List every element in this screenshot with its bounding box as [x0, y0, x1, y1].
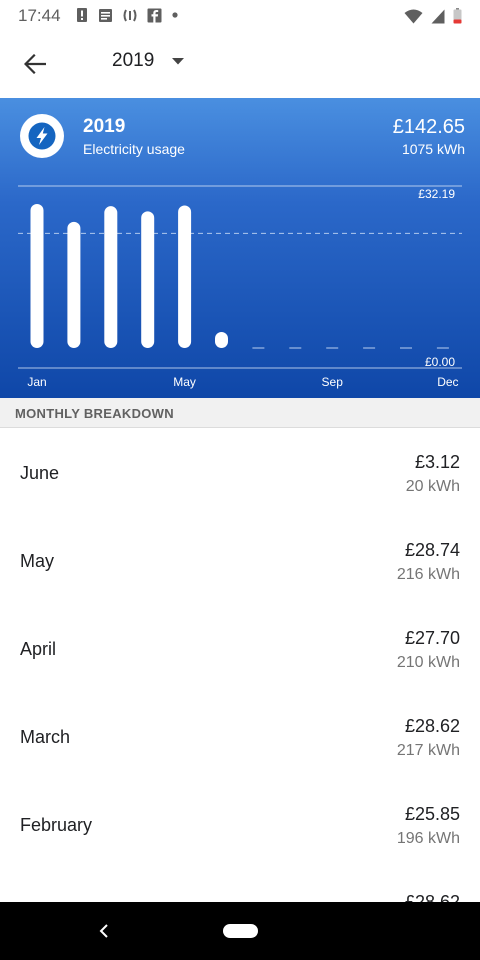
chart-tick-jan: Jan — [27, 375, 46, 389]
list-item-june[interactable]: June £3.12 20 kWh — [0, 429, 480, 517]
lightning-bolt-icon — [20, 114, 64, 158]
month-name: June — [20, 463, 60, 483]
chart-x-ticks: Jan May Sep Dec — [27, 375, 458, 389]
app-bar: 2019 — [0, 32, 480, 98]
month-kwh: 216 kWh — [396, 566, 460, 583]
chart-ymax-label: £32.19 — [418, 187, 455, 201]
usage-chart[interactable]: £32.19 £0.00 Jan May Sep Dec — [0, 180, 480, 398]
month-name: May — [20, 551, 55, 571]
facebook-icon — [147, 8, 162, 23]
nav-home-button[interactable] — [223, 924, 258, 938]
month-kwh: 20 kWh — [405, 478, 460, 495]
back-button[interactable] — [18, 47, 52, 81]
month-cost: £28.74 — [404, 540, 460, 560]
chart-ymin-label: £0.00 — [425, 355, 455, 369]
summary-title: 2019 — [83, 116, 126, 137]
month-kwh: 196 kWh — [396, 830, 460, 847]
month-cost: £25.85 — [404, 804, 460, 824]
month-cost: £28.62 — [404, 716, 460, 736]
chart-tick-sep: Sep — [322, 375, 344, 389]
system-navigation-bar — [0, 902, 480, 960]
message-icon — [99, 8, 112, 22]
month-cost: £3.12 — [414, 452, 460, 472]
arrow-back-icon — [24, 54, 46, 74]
month-cost: £27.70 — [404, 628, 460, 648]
signal-bars-icon — [123, 9, 137, 21]
monthly-breakdown-header: MONTHLY BREAKDOWN — [0, 398, 480, 428]
list-item-april[interactable]: April £27.70 210 kWh — [0, 605, 480, 693]
month-kwh: 217 kWh — [396, 742, 460, 759]
month-kwh: 210 kWh — [396, 654, 460, 671]
dot-icon — [172, 12, 178, 18]
status-time: 17:44 — [18, 6, 61, 25]
chart-bar-jan[interactable] — [30, 204, 44, 348]
cell-signal-icon — [431, 9, 445, 23]
wifi-icon — [404, 9, 423, 23]
chart-bar-jun[interactable] — [215, 332, 228, 348]
system-icons — [404, 8, 462, 24]
summary-subtitle: Electricity usage — [83, 141, 185, 157]
list-item-march[interactable]: March £28.62 217 kWh — [0, 693, 480, 781]
battery-low-icon — [453, 8, 462, 24]
year-dropdown-label: 2019 — [112, 50, 155, 71]
month-name: April — [20, 639, 57, 659]
nav-back-icon[interactable] — [96, 922, 114, 940]
status-bar: 17:44 — [0, 0, 480, 32]
list-item-february[interactable]: February £25.85 196 kWh — [0, 781, 480, 869]
section-title: MONTHLY BREAKDOWN — [15, 406, 174, 421]
summary-energy: 1075 kWh — [401, 141, 465, 157]
chart-bar-mar[interactable] — [104, 206, 118, 348]
year-dropdown[interactable]: 2019 — [112, 50, 185, 72]
chart-tick-may: May — [173, 375, 196, 389]
chart-bar-feb[interactable] — [67, 221, 81, 348]
usage-summary-card: 2019 Electricity usage £142.65 1075 kWh … — [0, 98, 480, 398]
month-name: March — [20, 727, 71, 747]
month-name: February — [20, 815, 93, 835]
notification-icons — [76, 7, 178, 23]
summary-cost: £142.65 — [392, 116, 465, 138]
chart-tick-dec: Dec — [437, 375, 458, 389]
chart-bars — [30, 204, 449, 349]
dropdown-arrow-icon — [172, 57, 185, 64]
chart-bar-may[interactable] — [178, 205, 192, 348]
chart-bar-apr[interactable] — [141, 211, 155, 348]
list-item-may[interactable]: May £28.74 216 kWh — [0, 517, 480, 605]
alert-icon — [77, 8, 87, 22]
